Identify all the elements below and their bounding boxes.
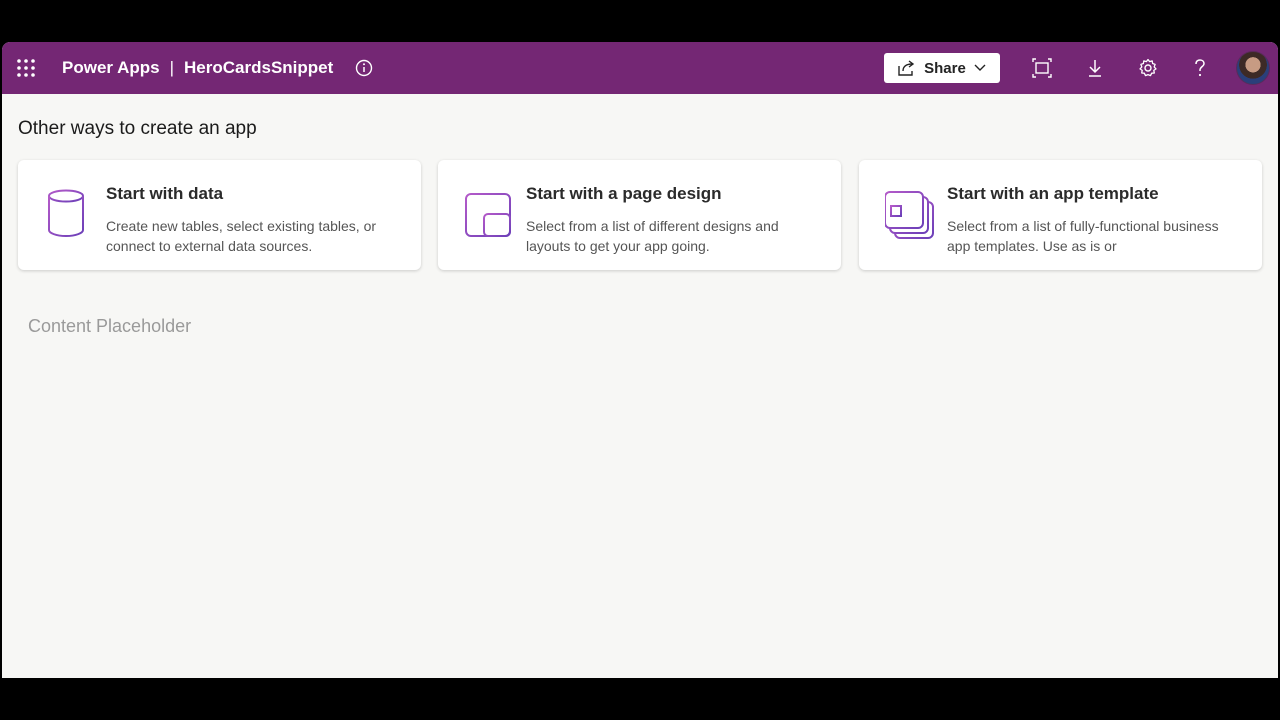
settings-icon[interactable] [1138,58,1158,78]
share-icon [898,60,915,76]
waffle-icon[interactable] [16,58,36,78]
start-with-app-template-card[interactable]: Start with an app template Select from a… [859,160,1262,270]
share-label: Share [924,59,966,77]
page-design-icon [465,193,511,237]
fit-to-screen-icon[interactable] [1032,58,1052,78]
card-description: Select from a list of fully-functional b… [947,218,1219,254]
card-description: Select from a list of different designs … [526,218,779,254]
start-with-page-design-card[interactable]: Start with a page design Select from a l… [438,160,841,270]
info-icon[interactable] [355,59,373,77]
card-title: Start with data [106,184,224,203]
card-title: Start with a page design [526,184,722,203]
top-bar: Power Apps | HeroCardsSnippet Share [2,42,1278,94]
download-icon[interactable] [1085,58,1105,78]
app-window: Power Apps | HeroCardsSnippet Share Othe… [2,42,1278,678]
section-title: Other ways to create an app [18,118,257,139]
help-icon[interactable] [1190,58,1210,78]
title-separator: | [169,58,175,77]
avatar[interactable] [1236,51,1270,85]
app-title: Power Apps | HeroCardsSnippet [62,58,333,78]
chevron-down-icon [974,64,986,71]
database-icon [48,189,84,238]
share-button[interactable]: Share [884,53,1000,83]
app-name: Power Apps [62,58,160,77]
card-title: Start with an app template [947,184,1159,203]
start-with-data-card[interactable]: Start with data Create new tables, selec… [18,160,421,270]
app-template-icon [885,191,934,239]
card-description: Create new tables, select existing table… [106,218,377,254]
project-name: HeroCardsSnippet [184,58,334,77]
content-placeholder: Content Placeholder [28,316,192,336]
